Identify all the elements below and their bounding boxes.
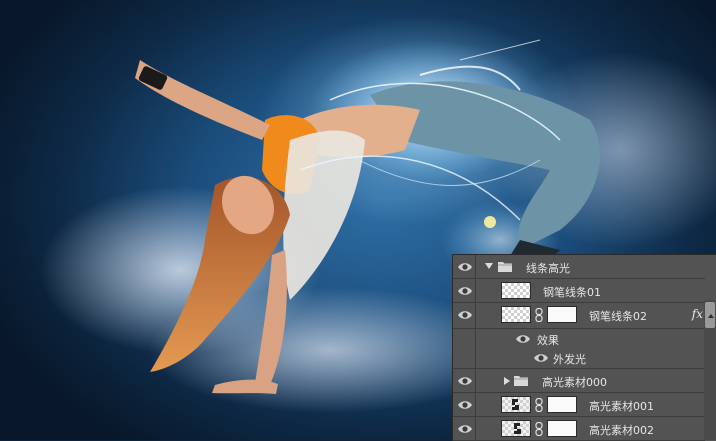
visibility-column bbox=[453, 417, 476, 440]
scrollbar-thumb[interactable] bbox=[705, 302, 715, 328]
thumbnail-art-icon bbox=[512, 399, 519, 410]
eye-icon[interactable] bbox=[457, 421, 473, 437]
layer-group-row[interactable]: 高光素材000 bbox=[453, 369, 705, 393]
eye-icon[interactable] bbox=[533, 350, 549, 366]
layer-thumbnail bbox=[501, 396, 531, 413]
visibility-column bbox=[453, 348, 476, 368]
layer-row[interactable]: 高光素材001 bbox=[453, 393, 705, 417]
effect-name: 外发光 bbox=[553, 353, 586, 366]
layer-row[interactable]: 高光素材002 bbox=[453, 417, 705, 441]
eye-icon[interactable] bbox=[457, 259, 473, 275]
layer-group-row[interactable]: 线条高光 bbox=[453, 255, 705, 279]
expand-triangle-icon[interactable] bbox=[485, 263, 493, 269]
folder-icon bbox=[514, 376, 528, 386]
link-icon[interactable] bbox=[535, 422, 543, 436]
layer-thumbnail bbox=[501, 420, 531, 437]
visibility-column bbox=[453, 303, 476, 328]
eye-icon[interactable] bbox=[457, 397, 473, 413]
eye-icon[interactable] bbox=[515, 331, 531, 347]
layer-name: 高光素材001 bbox=[589, 400, 654, 413]
collapse-triangle-icon[interactable] bbox=[504, 377, 510, 385]
layer-name: 线条高光 bbox=[526, 262, 570, 275]
layer-row[interactable]: 钢笔线条01 bbox=[453, 279, 705, 303]
eye-icon[interactable] bbox=[457, 373, 473, 389]
visibility-column bbox=[453, 329, 476, 348]
eye-icon[interactable] bbox=[457, 307, 473, 323]
layer-name: 高光素材002 bbox=[589, 424, 654, 437]
visibility-column bbox=[453, 255, 476, 278]
scroll-up-icon bbox=[708, 314, 714, 318]
layer-thumbnail bbox=[501, 306, 531, 323]
folder-icon bbox=[498, 262, 512, 272]
visibility-column bbox=[453, 369, 476, 392]
layers-panel: 线条高光 钢笔线条01 钢笔线条02 fx 效果 外发光 高光素材000 高光素… bbox=[452, 254, 716, 441]
thumbnail-art-icon bbox=[514, 423, 521, 434]
mask-thumbnail[interactable] bbox=[547, 306, 577, 323]
mask-thumbnail[interactable] bbox=[547, 396, 577, 413]
effect-row-outer-glow[interactable]: 外发光 bbox=[453, 348, 705, 369]
layer-name: 钢笔线条01 bbox=[543, 286, 601, 299]
link-icon[interactable] bbox=[535, 308, 543, 322]
layer-row[interactable]: 钢笔线条02 fx bbox=[453, 303, 705, 329]
eye-icon[interactable] bbox=[457, 283, 473, 299]
layer-name: 高光素材000 bbox=[542, 376, 607, 389]
layer-thumbnail bbox=[501, 282, 531, 299]
layers-scrollbar[interactable] bbox=[704, 300, 716, 440]
effects-row[interactable]: 效果 bbox=[453, 329, 705, 348]
visibility-column bbox=[453, 279, 476, 302]
mask-thumbnail[interactable] bbox=[547, 420, 577, 437]
effects-label: 效果 bbox=[537, 334, 559, 347]
fx-icon[interactable]: fx bbox=[692, 307, 703, 321]
link-icon[interactable] bbox=[535, 398, 543, 412]
layer-name: 钢笔线条02 bbox=[589, 310, 647, 323]
visibility-column bbox=[453, 393, 476, 416]
